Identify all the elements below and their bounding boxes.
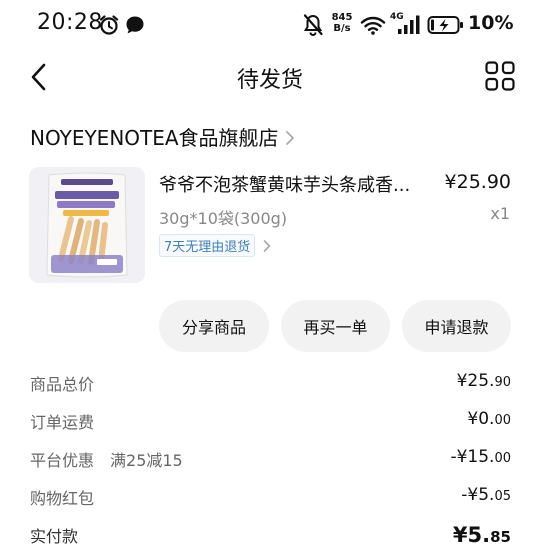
status-time: 20:28 <box>37 10 103 35</box>
red-packet-label: 购物红包 <box>30 489 95 508</box>
platform-discount-row: 平台优惠 满25减15 -¥15.00 <box>30 447 511 471</box>
product-spec: 30g*10袋(300g) <box>159 209 288 228</box>
goods-total-value: ¥25.90 <box>456 371 511 391</box>
battery-charging-icon <box>427 16 463 34</box>
alarm-icon <box>99 15 119 35</box>
red-packet-value: -¥5.05 <box>461 485 511 505</box>
goods-total-label: 商品总价 <box>30 375 95 394</box>
product-title[interactable]: 爷爷不泡茶蟹黄味芋头条咸香... <box>159 171 439 197</box>
order-detail-page: 20:28 845 B/s 4G 10% 待发货 NOYEYENOTEA食品旗舰… <box>0 0 540 557</box>
network-speed: 845 B/s <box>330 12 354 34</box>
platform-discount-value: -¥15.00 <box>450 447 511 467</box>
paid-value: ¥5.85 <box>452 523 511 547</box>
platform-discount-desc: 满25减15 <box>110 451 183 470</box>
mute-bell-icon <box>303 14 323 36</box>
paid-label: 实付款 <box>30 527 79 546</box>
share-product-button[interactable]: 分享商品 <box>159 300 269 352</box>
grid-menu-icon[interactable] <box>484 60 516 92</box>
red-packet-row: 购物红包 -¥5.05 <box>30 485 511 509</box>
shipping-label: 订单运费 <box>30 413 95 432</box>
wifi-icon <box>360 16 386 35</box>
network-speed-unit: B/s <box>333 23 351 34</box>
shipping-row: 订单运费 ¥0.00 <box>30 409 511 433</box>
store-name: NOYEYENOTEA食品旗舰店 <box>30 126 279 150</box>
request-refund-button[interactable]: 申请退款 <box>402 300 511 352</box>
product-thumbnail[interactable] <box>29 167 145 283</box>
return-policy-label: 7天无理由退货 <box>159 234 256 257</box>
goods-total-row: 商品总价 ¥25.90 <box>30 371 511 395</box>
status-bar: 20:28 845 B/s 4G 10% <box>0 0 540 50</box>
product-quantity: x1 <box>490 204 510 223</box>
paid-amount-row: 实付款 ¥5.85 <box>30 523 511 553</box>
platform-discount-label: 平台优惠 满25减15 <box>30 451 183 470</box>
network-speed-value: 845 <box>331 12 353 23</box>
battery-percent: 10% <box>468 12 514 34</box>
chat-bubble-icon <box>126 16 144 34</box>
store-link[interactable]: NOYEYENOTEA食品旗舰店 <box>30 122 295 151</box>
page-title: 待发货 <box>236 68 303 93</box>
cellular-signal-icon <box>398 15 420 34</box>
return-policy-tag[interactable]: 7天无理由退货 <box>159 234 271 257</box>
product-price: ¥25.90 <box>444 171 511 193</box>
chevron-right-icon <box>263 239 271 252</box>
product-package-image <box>29 167 145 283</box>
chevron-right-icon <box>285 130 294 145</box>
buy-again-button[interactable]: 再买一单 <box>281 300 390 352</box>
shipping-value: ¥0.00 <box>467 409 511 429</box>
